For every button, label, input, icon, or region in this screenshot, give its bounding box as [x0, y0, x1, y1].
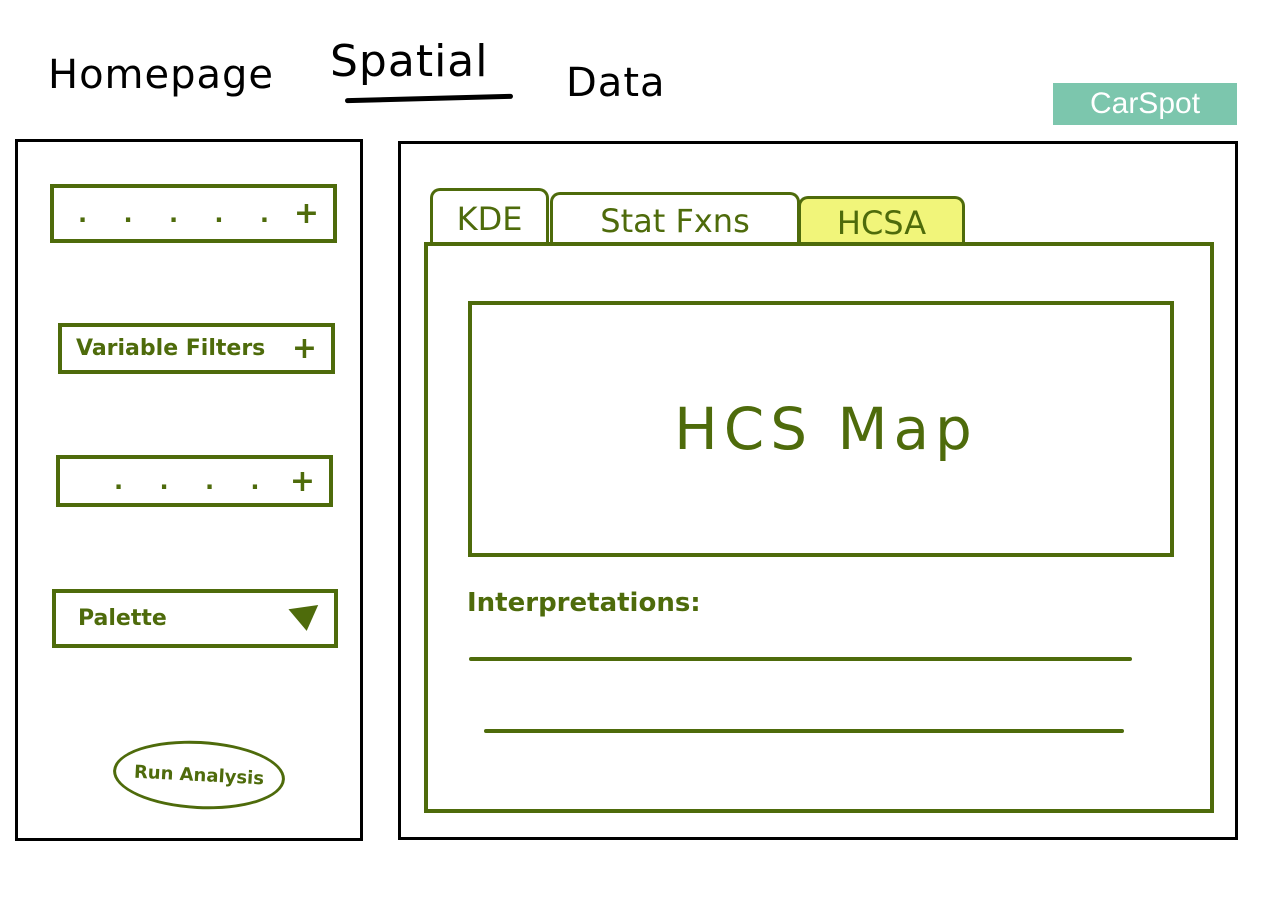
nav-spatial[interactable]: Spatial — [330, 36, 489, 87]
nav-active-underline — [344, 93, 514, 104]
hcs-map[interactable]: HCS Map — [468, 301, 1174, 557]
tab-kde[interactable]: KDE — [430, 188, 549, 246]
plus-icon[interactable]: + — [290, 464, 315, 499]
interpretations-label: Interpretations: — [467, 588, 701, 618]
interpretation-line — [484, 729, 1124, 733]
triangle-down-icon[interactable] — [288, 604, 322, 633]
interpretation-line — [469, 657, 1132, 661]
nav-data[interactable]: Data — [566, 60, 666, 106]
palette-label: Palette — [78, 606, 167, 631]
tab-stat-fxns[interactable]: Stat Fxns — [550, 192, 800, 246]
map-label: HCS Map — [674, 395, 978, 463]
filter-label: . . . . . — [78, 199, 284, 228]
palette-dropdown[interactable]: Palette — [52, 589, 338, 648]
variable-filters-accordion[interactable]: Variable Filters + — [58, 323, 335, 374]
filter-label: Variable Filters — [76, 336, 266, 361]
plus-icon[interactable]: + — [294, 196, 319, 231]
tab-hcsa[interactable]: HCSA — [798, 196, 965, 246]
nav-homepage[interactable]: Homepage — [48, 52, 274, 98]
plus-icon[interactable]: + — [292, 331, 317, 366]
filter-accordion-1[interactable]: . . . . . + — [50, 184, 337, 243]
brand-logo: CarSpot — [1053, 83, 1237, 125]
filter-label: . . . . — [114, 467, 274, 495]
filter-accordion-3[interactable]: . . . . + — [56, 455, 333, 507]
